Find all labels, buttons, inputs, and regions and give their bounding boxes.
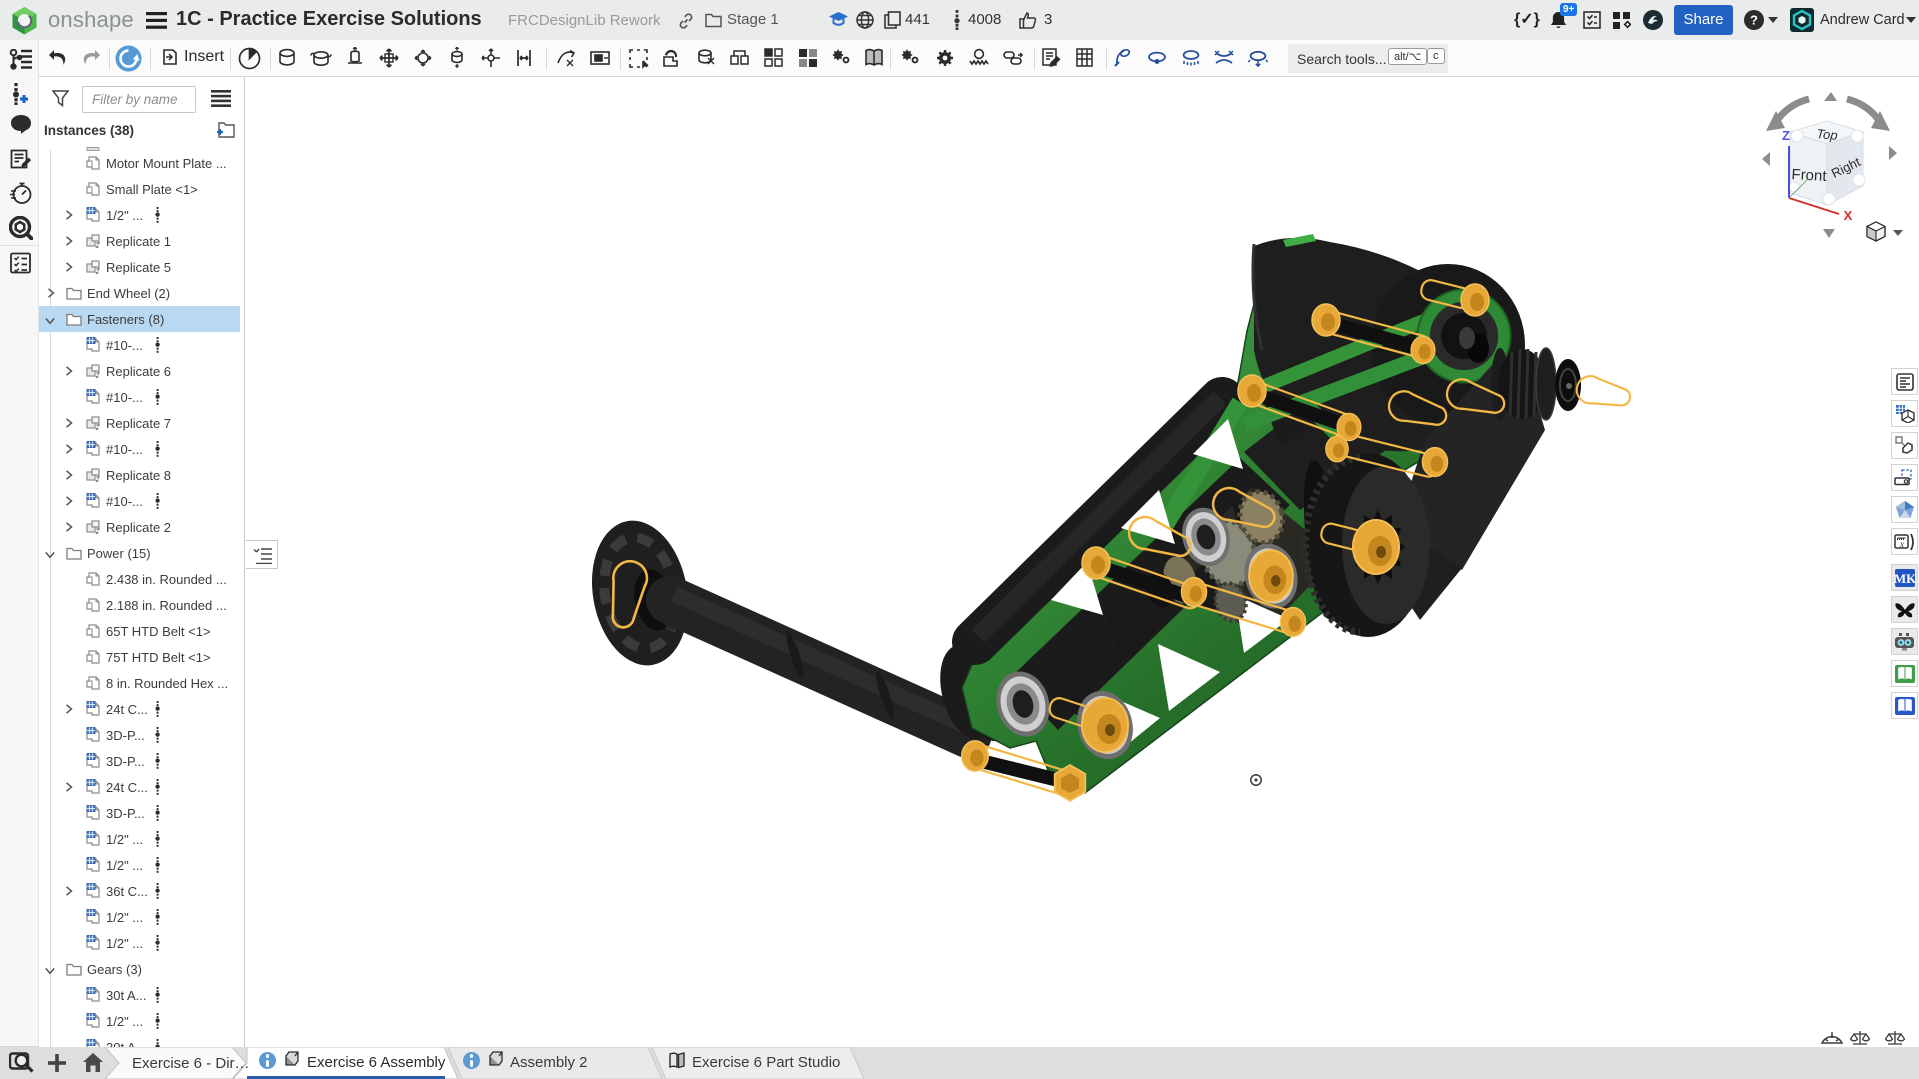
svg-text:Front: Front xyxy=(1791,166,1828,185)
svg-text:Exercise 6 - Dir…: Exercise 6 - Dir… xyxy=(132,1055,250,1072)
svg-text:Top: Top xyxy=(1816,126,1838,143)
svg-text:X: X xyxy=(1844,208,1853,223)
svg-text:?: ? xyxy=(1750,13,1758,28)
svg-text:MK: MK xyxy=(1894,571,1916,586)
svg-text:Z: Z xyxy=(1782,128,1790,143)
svg-text:x: x xyxy=(1899,539,1904,549)
